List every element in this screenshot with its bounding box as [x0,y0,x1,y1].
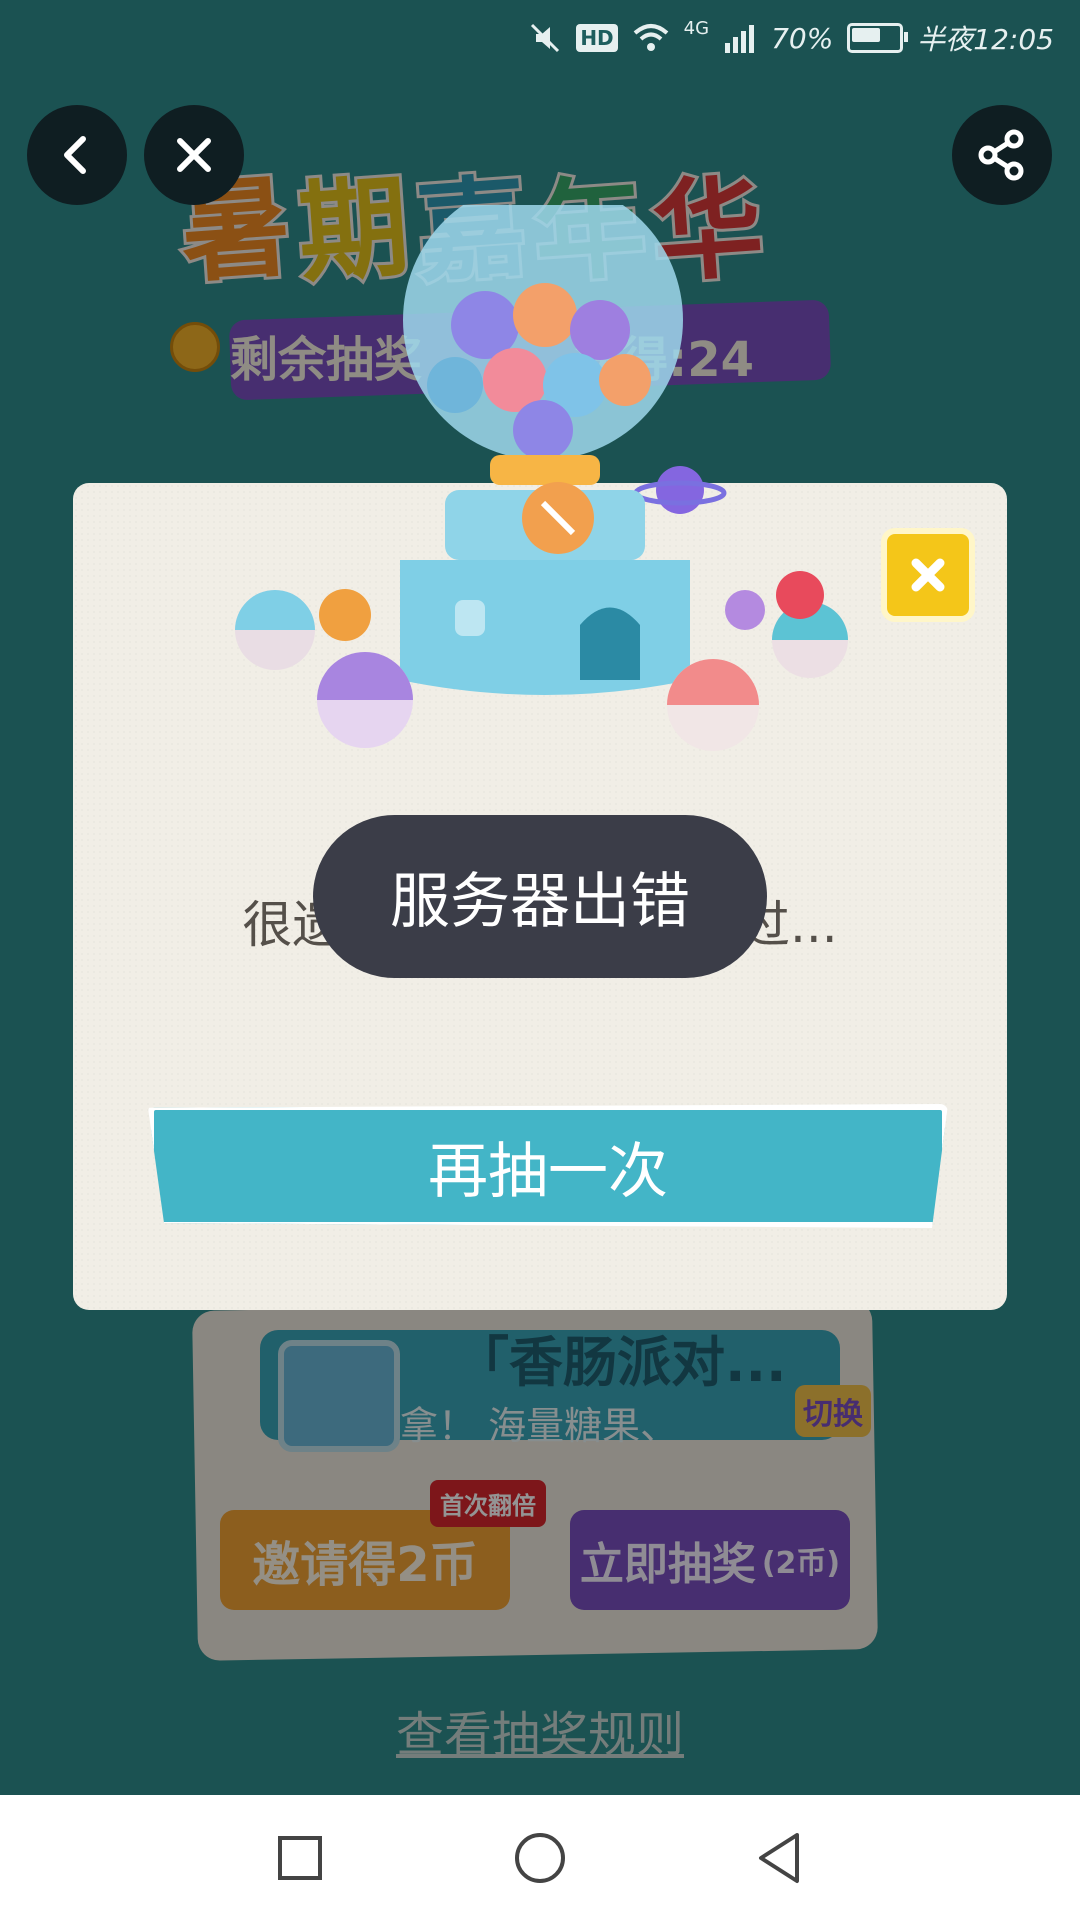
close-page-button[interactable] [144,105,244,205]
recents-button[interactable] [265,1823,335,1893]
close-icon [911,558,945,592]
clock: 半夜12:05 [917,23,1054,56]
machine-door [580,607,640,680]
battery-icon [847,23,909,53]
signal-icon [725,25,755,53]
mute-icon [531,23,560,53]
capsule [513,400,573,460]
retry-button[interactable]: 再抽一次 [148,1104,948,1228]
capsule [725,590,765,630]
capsule [599,354,651,406]
capsule [427,357,483,413]
network-type: 4G [683,17,710,39]
capsule [319,589,371,641]
error-toast: 服务器出错 [313,815,767,978]
capsule [570,300,630,360]
planet-icon [656,466,704,514]
modal-close-button[interactable] [881,528,975,622]
share-button[interactable] [952,105,1052,205]
circle-icon [515,1833,565,1883]
back-nav-button[interactable] [745,1823,815,1893]
gacha-machine-illustration [235,205,848,751]
chevron-left-icon [64,136,86,174]
back-button[interactable] [27,105,127,205]
battery-percent: 70% [771,21,834,55]
share-icon [978,129,1024,181]
triangle-back-icon [759,1833,799,1883]
square-icon [278,1836,322,1880]
home-button[interactable] [505,1823,575,1893]
machine-neck [490,455,600,485]
hd-badge: HD [576,24,618,52]
close-icon [177,138,211,172]
battery-fill [852,28,881,42]
wifi-icon [633,24,668,51]
system-nav-bar [0,1795,1080,1920]
machine-body [400,560,690,695]
status-bar: HD 4G 70% 半夜12:05 [0,0,1080,80]
capsule [776,571,824,619]
capsule [513,283,577,347]
